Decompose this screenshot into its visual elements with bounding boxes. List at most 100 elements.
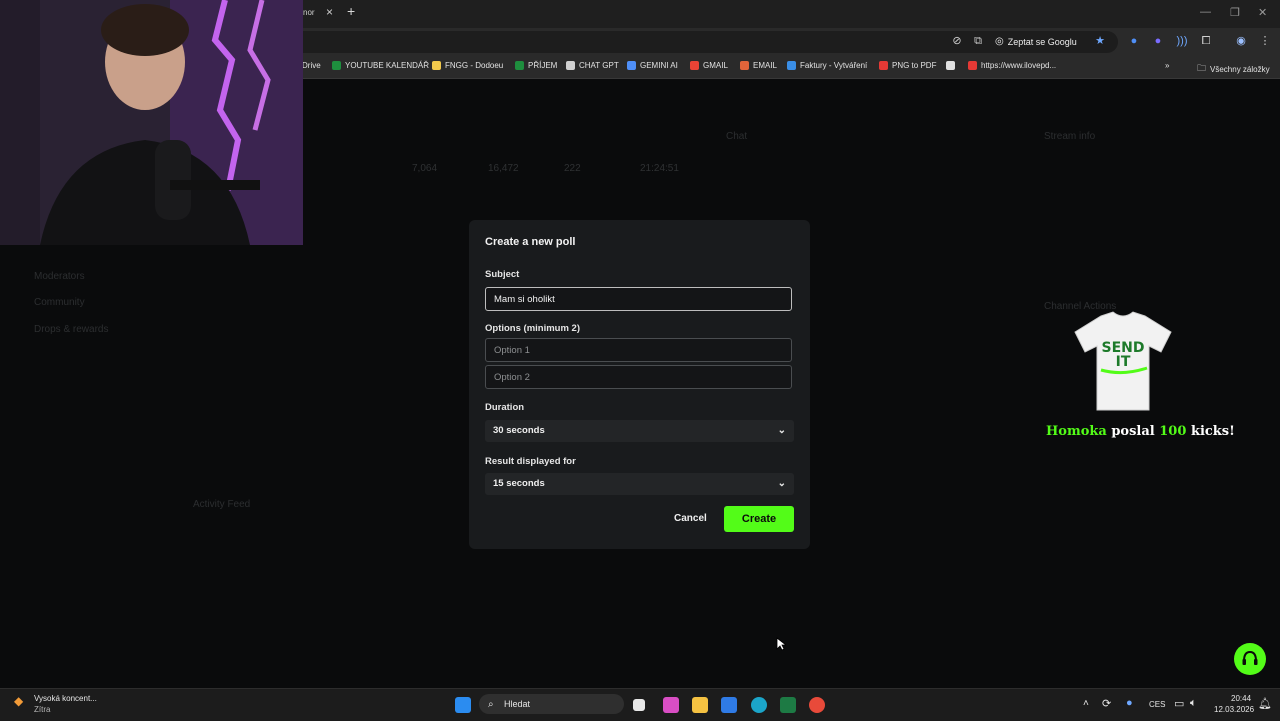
options-label: Options (minimum 2) xyxy=(485,323,580,334)
bookmark-favicon-icon xyxy=(879,61,888,70)
menu-kebab-icon[interactable]: ⋮ xyxy=(1258,34,1272,48)
outlook-icon[interactable] xyxy=(721,697,737,713)
bookmark-item[interactable]: https://www.ilovepd... xyxy=(968,61,1056,70)
google-lens-icon: ◎ xyxy=(995,36,1004,47)
alert-verb: poslal xyxy=(1111,424,1155,439)
bookmark-star-icon[interactable]: ★ xyxy=(1093,34,1107,48)
search-icon: ⌕ xyxy=(488,699,494,710)
bookmark-label: Drive xyxy=(302,61,321,70)
file-explorer-icon[interactable] xyxy=(692,697,708,713)
all-bookmarks[interactable]: 🗀 Všechny záložky xyxy=(1197,61,1270,77)
bookmark-label: CHAT GPT xyxy=(579,61,619,70)
extension-icon[interactable]: ● xyxy=(1151,34,1165,48)
notifications-bell-icon[interactable]: 🔔︎ xyxy=(1258,697,1272,710)
cancel-button[interactable]: Cancel xyxy=(674,513,707,524)
weather-icon[interactable]: ◆ xyxy=(14,694,23,708)
bookmark-item[interactable]: PNG to PDF xyxy=(879,61,936,70)
task-view-icon[interactable] xyxy=(633,699,645,711)
tab-close-icon[interactable]: × xyxy=(326,5,333,19)
result-value: 15 seconds xyxy=(493,478,545,489)
clock-date[interactable]: 12.03.2026 xyxy=(1214,705,1254,714)
start-windows-icon[interactable] xyxy=(455,697,471,713)
close-window-icon[interactable]: ✕ xyxy=(1258,6,1267,19)
chat-heading: Chat xyxy=(726,131,748,142)
clock-time[interactable]: 20:44 xyxy=(1231,694,1251,703)
bookmark-label: Faktury - Vytváření xyxy=(800,61,868,70)
onedrive-sync-icon[interactable]: ⟳ xyxy=(1102,697,1111,710)
tray-chevron-up-icon[interactable]: ˄ xyxy=(1083,698,1089,709)
stat-value: 16,472 xyxy=(488,163,519,174)
bookmark-item[interactable]: Faktury - Vytváření xyxy=(787,61,867,70)
language-indicator[interactable]: CES xyxy=(1149,700,1165,709)
ask-google-label: Zeptat se Googlu xyxy=(1007,36,1077,47)
bookmark-label: https://www.ilovepd... xyxy=(981,61,1057,70)
volume-icon[interactable]: 🔈︎ xyxy=(1190,697,1197,710)
bookmark-item[interactable]: GMAIL xyxy=(690,61,728,70)
bookmark-item[interactable]: FNGG - Dodoeu xyxy=(432,61,503,70)
stat-value: 7,064 xyxy=(412,163,438,174)
bookmark-favicon-icon xyxy=(332,61,341,70)
sidebar-item: Moderators xyxy=(34,271,85,282)
sidebar-item: Community xyxy=(34,297,85,308)
duration-select[interactable]: 30 seconds ⌄ xyxy=(485,420,794,442)
taskbar-search[interactable] xyxy=(479,694,624,714)
copilot-icon[interactable] xyxy=(663,697,679,713)
notification-subtitle: Zítra xyxy=(34,705,51,714)
create-poll-dialog: Create a new poll Subject Options (minim… xyxy=(469,220,810,549)
activity-feed-heading: Activity Feed xyxy=(193,499,251,510)
bookmark-item[interactable]: PŘÍJEM xyxy=(515,61,557,70)
option-2-input[interactable] xyxy=(485,365,792,389)
webcam-overlay xyxy=(0,0,303,245)
new-tab-icon[interactable]: + xyxy=(347,3,355,19)
chevron-down-icon: ⌄ xyxy=(777,425,786,436)
option-1-input[interactable] xyxy=(485,338,792,362)
bookmark-label: FNGG - Dodoeu xyxy=(445,61,504,70)
tab-title[interactable]: nor xyxy=(303,8,315,17)
extension-icon[interactable]: ● xyxy=(1127,34,1141,48)
bookmark-favicon-icon xyxy=(690,61,699,70)
bookmark-favicon-icon xyxy=(432,61,441,70)
edge-icon[interactable] xyxy=(751,697,767,713)
ask-google-button[interactable]: ◎ Zeptat se Googlu xyxy=(995,36,1077,47)
subject-input[interactable] xyxy=(485,287,792,311)
sidebar-item: Drops & rewards xyxy=(34,324,109,335)
bookmark-favicon-icon xyxy=(515,61,524,70)
bookmark-favicon-icon xyxy=(740,61,749,70)
more-bookmarks-icon[interactable]: » xyxy=(1165,61,1169,70)
excel-icon[interactable] xyxy=(780,697,796,713)
search-placeholder: Hledat xyxy=(504,699,531,709)
chrome-icon[interactable] xyxy=(809,697,825,713)
tshirt-alert-image: SEND IT xyxy=(1074,311,1172,411)
network-icon[interactable]: ▭ xyxy=(1174,697,1184,710)
microphone-icon[interactable]: ● xyxy=(1126,697,1133,709)
bookmark-favicon-icon xyxy=(946,61,955,70)
result-label: Result displayed for xyxy=(485,456,576,467)
bookmark-item[interactable]: YOUTUBE KALENDÁŘ xyxy=(332,61,429,70)
translate-icon[interactable]: ⧉ xyxy=(971,34,985,48)
extension-icon[interactable]: ))) xyxy=(1175,34,1189,48)
alert-unit: kicks! xyxy=(1190,424,1235,439)
bookmark-item[interactable]: Drive xyxy=(302,61,321,70)
stat-value: 222 xyxy=(564,163,581,174)
bookmark-favicon-icon xyxy=(627,61,636,70)
bookmark-item[interactable]: EMAIL xyxy=(740,61,777,70)
extensions-puzzle-icon[interactable]: ⧠ xyxy=(1199,34,1213,48)
support-chat-button[interactable] xyxy=(1234,643,1266,675)
maximize-icon[interactable]: ❐ xyxy=(1230,6,1240,19)
stream-info-heading: Stream info xyxy=(1044,131,1096,142)
donation-alert-text: Homoka poslal 100 kicks! xyxy=(1046,424,1235,439)
notification-title[interactable]: Vysoká koncent... xyxy=(34,694,97,703)
minimize-icon[interactable]: — xyxy=(1200,6,1211,18)
stat-value: 21:24:51 xyxy=(640,163,679,174)
bookmark-item[interactable] xyxy=(946,61,959,70)
create-button[interactable]: Create xyxy=(724,506,794,532)
svg-text:IT: IT xyxy=(1116,354,1131,370)
bookmark-label: EMAIL xyxy=(753,61,778,70)
result-select[interactable]: 15 seconds ⌄ xyxy=(485,473,794,495)
bookmark-item[interactable]: CHAT GPT xyxy=(566,61,619,70)
duration-value: 30 seconds xyxy=(493,425,545,436)
eye-off-icon[interactable]: ⊘ xyxy=(950,34,964,48)
profile-avatar-icon[interactable]: ◉ xyxy=(1234,34,1248,48)
bookmark-item[interactable]: GEMINI AI xyxy=(627,61,678,70)
chevron-down-icon: ⌄ xyxy=(777,478,786,489)
